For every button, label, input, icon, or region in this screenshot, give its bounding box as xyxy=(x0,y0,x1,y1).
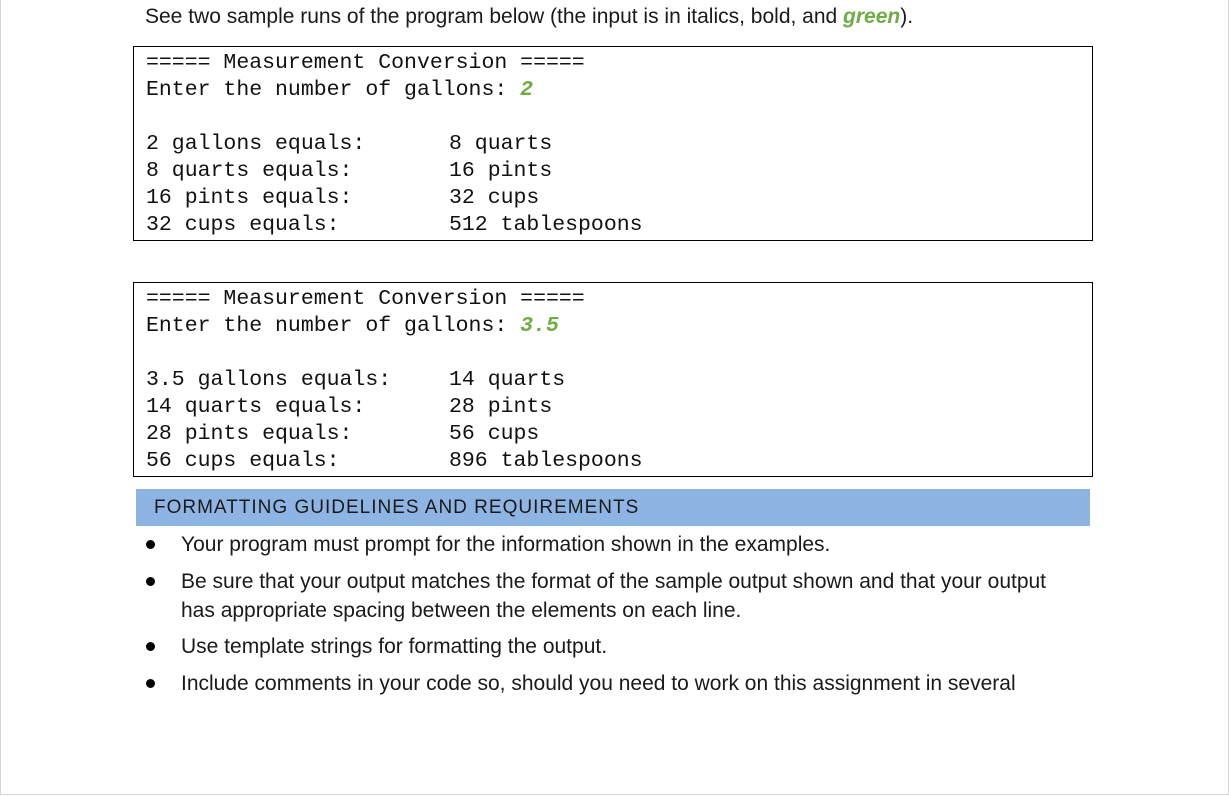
bullet-icon xyxy=(144,677,156,689)
console-row-value: 512 tablespoons xyxy=(449,213,643,237)
console-row-value: 28 pints xyxy=(449,395,553,419)
console-row-value: 896 tablespoons xyxy=(449,449,643,473)
list-item: Include comments in your code so, should… xyxy=(181,672,1016,695)
console-row-value: 56 cups xyxy=(449,422,540,446)
console-row-value: 8 quarts xyxy=(449,132,553,156)
console-row-label: 56 cups equals: xyxy=(146,449,340,473)
console-row-label: 2 gallons equals: xyxy=(146,132,366,156)
console-prompt: Enter the number of gallons: xyxy=(146,78,521,102)
section-heading-band: FORMATTING GUIDELINES AND REQUIREMENTS xyxy=(136,489,1090,526)
document-page: See two sample runs of the program below… xyxy=(0,0,1229,795)
list-item: Your program must prompt for the informa… xyxy=(181,533,831,556)
list-item: Use template strings for formatting the … xyxy=(181,635,608,658)
intro-text-end: ). xyxy=(900,5,914,28)
sample-run-2: ===== Measurement Conversion ===== Enter… xyxy=(133,282,1093,477)
console-prompt: Enter the number of gallons: xyxy=(146,314,521,338)
bullet-icon xyxy=(144,575,156,587)
intro-text: See two sample runs of the program below… xyxy=(145,5,844,28)
section-heading-text: FORMATTING GUIDELINES AND REQUIREMENTS xyxy=(154,497,640,518)
list-item: Be sure that your output matches the for… xyxy=(181,570,1047,622)
console-prompt-line: Enter the number of gallons: 3.5 xyxy=(146,313,559,340)
console-row-value: 16 pints xyxy=(449,159,553,183)
bullet-icon xyxy=(144,640,156,652)
console-row-label: 14 quarts equals: xyxy=(146,395,366,419)
console-row-label: 3.5 gallons equals: xyxy=(146,368,392,392)
bullet-icon xyxy=(144,538,156,550)
console-title: ===== Measurement Conversion ===== xyxy=(146,51,585,75)
console-row-label: 28 pints equals: xyxy=(146,422,353,446)
console-row-label: 16 pints equals: xyxy=(146,186,353,210)
intro-paragraph: See two sample runs of the program below… xyxy=(145,3,913,31)
console-row-value: 32 cups xyxy=(449,186,540,210)
console-prompt-line: Enter the number of gallons: 2 xyxy=(146,77,533,104)
console-row-label: 32 cups equals: xyxy=(146,213,340,237)
sample-run-1: ===== Measurement Conversion ===== Enter… xyxy=(133,46,1093,241)
console-row-label: 8 quarts equals: xyxy=(146,159,353,183)
intro-green-word: green xyxy=(843,5,901,28)
console-user-input: 3.5 xyxy=(520,314,559,338)
console-user-input: 2 xyxy=(520,78,534,102)
console-title: ===== Measurement Conversion ===== xyxy=(146,287,585,311)
console-row-value: 14 quarts xyxy=(449,368,566,392)
